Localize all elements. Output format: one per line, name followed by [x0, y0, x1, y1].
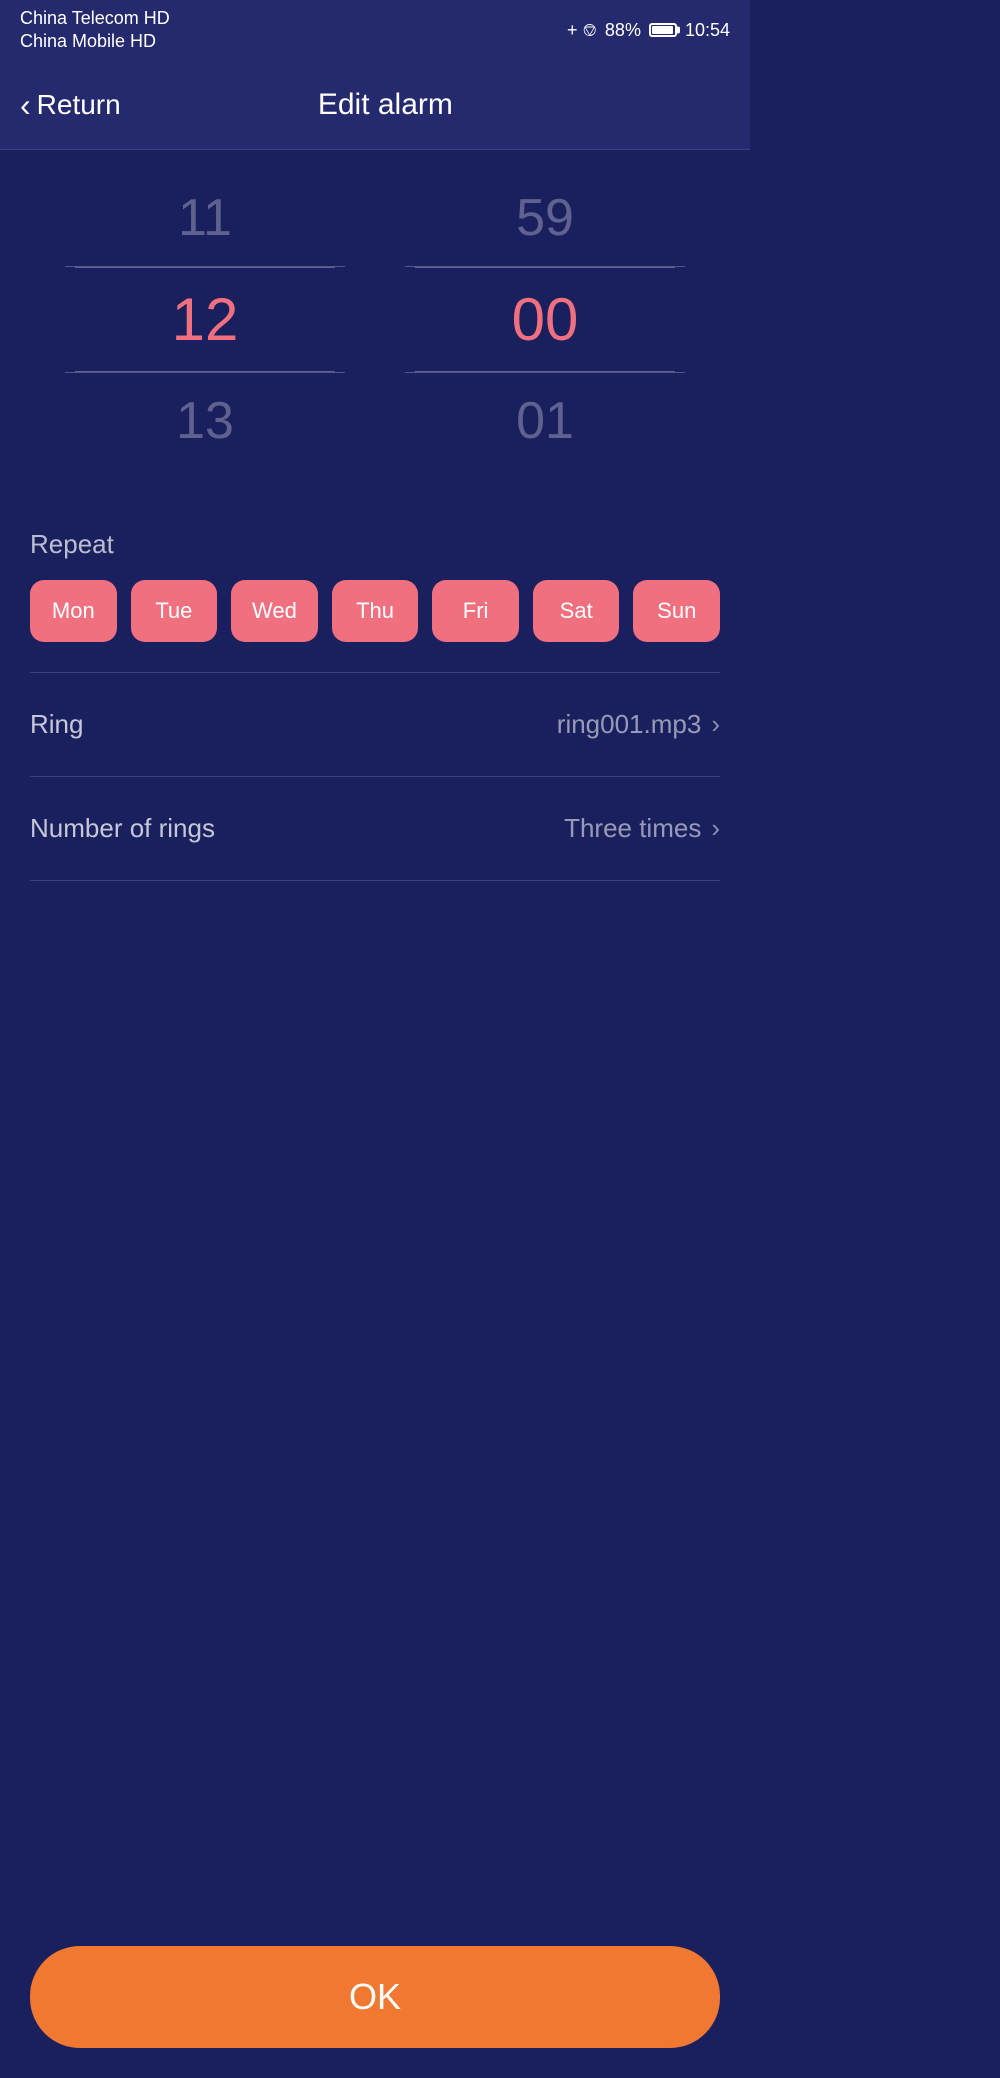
- day-button-fri[interactable]: Fri: [432, 580, 519, 642]
- status-bar: China Telecom HD China Mobile HD + ⎊ 88%…: [0, 0, 750, 60]
- repeat-label: Repeat: [30, 529, 720, 560]
- toolbar: ‹ Return Edit alarm: [0, 60, 750, 150]
- battery-icon: [649, 23, 677, 37]
- back-button[interactable]: ‹ Return: [20, 89, 121, 121]
- hour-prev: 11: [35, 170, 375, 266]
- day-button-wed[interactable]: Wed: [231, 580, 318, 642]
- chevron-right-icon: ›: [711, 709, 720, 740]
- chevron-right-icon-2: ›: [711, 813, 720, 844]
- carrier-info: China Telecom HD China Mobile HD: [20, 7, 170, 54]
- ok-button-wrapper: OK: [0, 1926, 750, 2078]
- bluetooth-icon: + ⎊: [567, 20, 597, 41]
- ring-setting-row[interactable]: Ring ring001.mp3 ›: [0, 673, 750, 776]
- carrier2-label: China Mobile HD: [20, 30, 170, 53]
- ring-label: Ring: [30, 709, 83, 740]
- day-button-thu[interactable]: Thu: [332, 580, 419, 642]
- time-display: 10:54: [685, 20, 730, 41]
- repeat-section: Repeat MonTueWedThuFriSatSun: [0, 499, 750, 642]
- ring-value-text: ring001.mp3: [557, 709, 702, 740]
- day-button-sat[interactable]: Sat: [533, 580, 620, 642]
- page-title: Edit alarm: [121, 88, 650, 122]
- minute-next: 01: [375, 373, 715, 469]
- minute-prev: 59: [375, 170, 715, 266]
- carrier1-label: China Telecom HD: [20, 7, 170, 30]
- back-chevron-icon: ‹: [20, 89, 31, 121]
- days-row: MonTueWedThuFriSatSun: [30, 580, 720, 642]
- rings-label: Number of rings: [30, 813, 215, 844]
- rings-value: Three times ›: [564, 813, 720, 844]
- ring-value: ring001.mp3 ›: [557, 709, 720, 740]
- rings-value-text: Three times: [564, 813, 701, 844]
- day-button-sun[interactable]: Sun: [633, 580, 720, 642]
- status-right: + ⎊ 88% 10:54: [567, 20, 730, 41]
- rings-setting-row[interactable]: Number of rings Three times ›: [0, 777, 750, 880]
- minute-selected: 00: [375, 267, 715, 372]
- minute-column[interactable]: 59 00 01: [375, 170, 715, 469]
- battery-percentage: 88%: [605, 20, 641, 41]
- hour-column[interactable]: 11 12 13: [35, 170, 375, 469]
- back-label: Return: [37, 89, 121, 121]
- hour-selected: 12: [35, 267, 375, 372]
- time-picker: 11 12 13 59 00 01: [0, 150, 750, 499]
- hour-next: 13: [35, 373, 375, 469]
- day-button-mon[interactable]: Mon: [30, 580, 117, 642]
- day-button-tue[interactable]: Tue: [131, 580, 218, 642]
- ok-button[interactable]: OK: [30, 1946, 720, 2048]
